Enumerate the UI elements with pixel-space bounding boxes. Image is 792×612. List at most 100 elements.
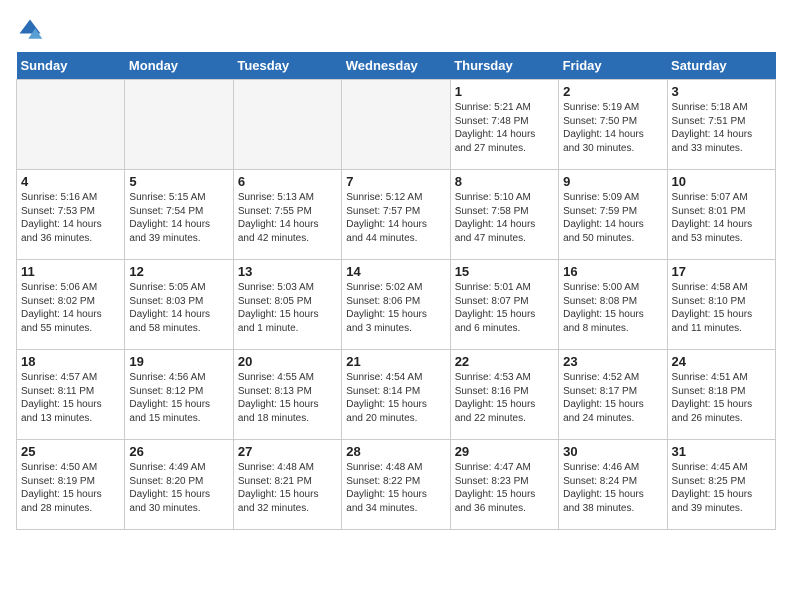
day-number: 14 [346,264,445,279]
day-number: 11 [21,264,120,279]
cell-info: Sunrise: 5:13 AMSunset: 7:55 PMDaylight:… [238,191,337,245]
header-thursday: Thursday [450,52,558,80]
day-number: 18 [21,354,120,369]
week-row-1: 1Sunrise: 5:21 AMSunset: 7:48 PMDaylight… [17,80,776,170]
calendar-cell: 22 Sunrise: 4:53 AMSunset: 8:16 PMDayligh… [450,350,558,440]
header-wednesday: Wednesday [342,52,450,80]
day-number: 20 [238,354,337,369]
day-number: 25 [21,444,120,459]
cell-info: Sunrise: 4:56 AMSunset: 8:12 PMDaylight:… [129,371,228,425]
header-friday: Friday [559,52,667,80]
logo-icon [16,16,44,44]
cell-info: Sunrise: 4:46 AMSunset: 8:24 PMDaylight:… [563,461,662,515]
calendar-cell: 7 Sunrise: 5:12 AMSunset: 7:57 PMDaylight… [342,170,450,260]
calendar-cell: 18 Sunrise: 4:57 AMSunset: 8:11 PMDayligh… [17,350,125,440]
calendar-cell: 15 Sunrise: 5:01 AMSunset: 8:07 PMDayligh… [450,260,558,350]
cell-info: Sunrise: 5:06 AMSunset: 8:02 PMDaylight:… [21,281,120,335]
cell-info: Sunrise: 4:49 AMSunset: 8:20 PMDaylight:… [129,461,228,515]
week-row-5: 25 Sunrise: 4:50 AMSunset: 8:19 PMDayligh… [17,440,776,530]
day-number: 29 [455,444,554,459]
day-number: 8 [455,174,554,189]
header-saturday: Saturday [667,52,775,80]
cell-info: Sunrise: 4:45 AMSunset: 8:25 PMDaylight:… [672,461,771,515]
cell-info: Sunrise: 5:07 AMSunset: 8:01 PMDaylight:… [672,191,771,245]
day-number: 9 [563,174,662,189]
cell-info: Sunrise: 4:50 AMSunset: 8:19 PMDaylight:… [21,461,120,515]
calendar-cell: 13Sunrise: 5:03 AMSunset: 8:05 PMDayligh… [233,260,341,350]
calendar-cell: 27 Sunrise: 4:48 AMSunset: 8:21 PMDayligh… [233,440,341,530]
day-number: 7 [346,174,445,189]
calendar-cell: 28Sunrise: 4:48 AMSunset: 8:22 PMDayligh… [342,440,450,530]
day-number: 27 [238,444,337,459]
day-number: 16 [563,264,662,279]
logo [16,16,48,44]
calendar-cell: 25 Sunrise: 4:50 AMSunset: 8:19 PMDayligh… [17,440,125,530]
calendar-cell: 11 Sunrise: 5:06 AMSunset: 8:02 PMDayligh… [17,260,125,350]
calendar-cell: 17 Sunrise: 4:58 AMSunset: 8:10 PMDayligh… [667,260,775,350]
day-number: 6 [238,174,337,189]
cell-info: Sunrise: 5:18 AMSunset: 7:51 PMDaylight:… [672,101,771,155]
cell-info: Sunrise: 5:03 AMSunset: 8:05 PMDaylight:… [238,281,337,335]
calendar-cell: 14 Sunrise: 5:02 AMSunset: 8:06 PMDayligh… [342,260,450,350]
calendar-cell: 12 Sunrise: 5:05 AMSunset: 8:03 PMDayligh… [125,260,233,350]
page-header [16,16,776,44]
calendar-cell: 16Sunrise: 5:00 AMSunset: 8:08 PMDayligh… [559,260,667,350]
header-sunday: Sunday [17,52,125,80]
day-number: 26 [129,444,228,459]
day-number: 15 [455,264,554,279]
header-tuesday: Tuesday [233,52,341,80]
calendar-cell: 20 Sunrise: 4:55 AMSunset: 8:13 PMDayligh… [233,350,341,440]
day-number: 31 [672,444,771,459]
day-number: 22 [455,354,554,369]
week-row-3: 11 Sunrise: 5:06 AMSunset: 8:02 PMDayligh… [17,260,776,350]
calendar-cell: 19 Sunrise: 4:56 AMSunset: 8:12 PMDayligh… [125,350,233,440]
cell-info: Sunrise: 5:16 AMSunset: 7:53 PMDaylight:… [21,191,120,245]
calendar-cell: 29 Sunrise: 4:47 AMSunset: 8:23 PMDayligh… [450,440,558,530]
day-number: 19 [129,354,228,369]
day-number: 10 [672,174,771,189]
day-number: 21 [346,354,445,369]
week-row-2: 4 Sunrise: 5:16 AMSunset: 7:53 PMDaylight… [17,170,776,260]
calendar-cell [342,80,450,170]
day-number: 17 [672,264,771,279]
cell-info: Sunrise: 5:12 AMSunset: 7:57 PMDaylight:… [346,191,445,245]
calendar-cell: 30 Sunrise: 4:46 AMSunset: 8:24 PMDayligh… [559,440,667,530]
calendar-cell: 3 Sunrise: 5:18 AMSunset: 7:51 PMDaylight… [667,80,775,170]
cell-info: Sunrise: 4:47 AMSunset: 8:23 PMDaylight:… [455,461,554,515]
day-number: 24 [672,354,771,369]
calendar-cell: 23Sunrise: 4:52 AMSunset: 8:17 PMDayligh… [559,350,667,440]
cell-info: Sunrise: 5:15 AMSunset: 7:54 PMDaylight:… [129,191,228,245]
calendar-cell: 26 Sunrise: 4:49 AMSunset: 8:20 PMDayligh… [125,440,233,530]
day-number: 2 [563,84,662,99]
day-number: 30 [563,444,662,459]
cell-info: Sunrise: 5:19 AMSunset: 7:50 PMDaylight:… [563,101,662,155]
cell-info: Sunrise: 4:54 AMSunset: 8:14 PMDaylight:… [346,371,445,425]
day-number: 12 [129,264,228,279]
week-row-4: 18 Sunrise: 4:57 AMSunset: 8:11 PMDayligh… [17,350,776,440]
day-number: 1 [455,84,554,99]
cell-info: Sunrise: 4:55 AMSunset: 8:13 PMDaylight:… [238,371,337,425]
cell-info: Sunrise: 5:01 AMSunset: 8:07 PMDaylight:… [455,281,554,335]
day-number: 4 [21,174,120,189]
cell-info: Sunrise: 5:09 AMSunset: 7:59 PMDaylight:… [563,191,662,245]
calendar-cell [233,80,341,170]
cell-info: Sunrise: 4:48 AMSunset: 8:22 PMDaylight:… [346,461,445,515]
cell-info: Sunrise: 4:53 AMSunset: 8:16 PMDaylight:… [455,371,554,425]
cell-info: Sunrise: 5:05 AMSunset: 8:03 PMDaylight:… [129,281,228,335]
calendar-cell: 4 Sunrise: 5:16 AMSunset: 7:53 PMDaylight… [17,170,125,260]
cell-info: Sunrise: 5:10 AMSunset: 7:58 PMDaylight:… [455,191,554,245]
calendar-cell [125,80,233,170]
cell-info: Sunrise: 4:58 AMSunset: 8:10 PMDaylight:… [672,281,771,335]
calendar-cell: 5Sunrise: 5:15 AMSunset: 7:54 PMDaylight… [125,170,233,260]
cell-info: Sunrise: 4:51 AMSunset: 8:18 PMDaylight:… [672,371,771,425]
calendar-cell: 21 Sunrise: 4:54 AMSunset: 8:14 PMDayligh… [342,350,450,440]
day-number: 3 [672,84,771,99]
cell-info: Sunrise: 4:57 AMSunset: 8:11 PMDaylight:… [21,371,120,425]
cell-info: Sunrise: 5:02 AMSunset: 8:06 PMDaylight:… [346,281,445,335]
calendar-cell [17,80,125,170]
cell-info: Sunrise: 4:48 AMSunset: 8:21 PMDaylight:… [238,461,337,515]
header-monday: Monday [125,52,233,80]
calendar-cell: 2 Sunrise: 5:19 AMSunset: 7:50 PMDaylight… [559,80,667,170]
calendar-cell: 24 Sunrise: 4:51 AMSunset: 8:18 PMDayligh… [667,350,775,440]
calendar-cell: 9 Sunrise: 5:09 AMSunset: 7:59 PMDaylight… [559,170,667,260]
